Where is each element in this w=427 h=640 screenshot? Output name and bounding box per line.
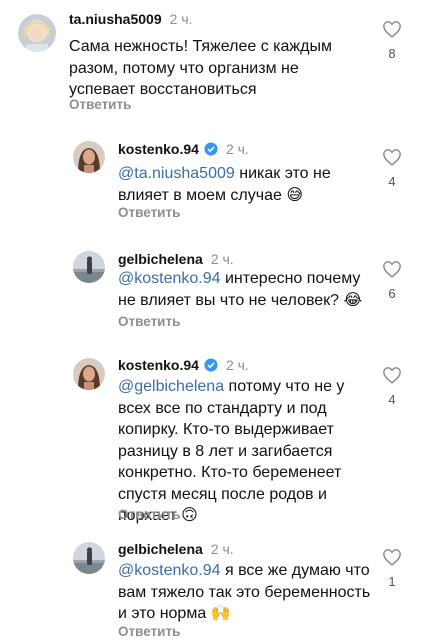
comment-text: @kostenko.94 я все же думаю что вам тяже…: [118, 560, 373, 625]
comment-body: Сама нежность! Тяжелее с каждым разом, п…: [69, 38, 332, 98]
like-button[interactable]: 8: [381, 20, 403, 61]
avatar[interactable]: [73, 251, 105, 283]
reply-button[interactable]: Ответить: [118, 507, 180, 522]
reply-button[interactable]: Ответить: [69, 97, 131, 112]
timestamp: 2 ч.: [225, 141, 249, 157]
comment-top-level: ta.niusha5009 2 ч. Сама нежность! Тяжелее…: [0, 0, 427, 118]
comment-header: gelbichelena 2 ч.: [118, 540, 234, 558]
username[interactable]: ta.niusha5009: [69, 11, 162, 27]
heart-icon: [383, 21, 401, 38]
avatar[interactable]: [18, 14, 56, 52]
timestamp: 2 ч.: [169, 11, 193, 27]
mention-link[interactable]: @gelbichelena: [118, 378, 224, 395]
comment-body: потому что не у всех все по стандарту и …: [118, 378, 345, 524]
comment-header: kostenko.94 2 ч.: [118, 356, 249, 374]
mention-link[interactable]: @ta.niusha5009: [118, 165, 235, 182]
timestamp: 2 ч.: [225, 357, 249, 373]
heart-icon: [383, 367, 401, 384]
comment-text: @gelbichelena потому что не у всех все п…: [118, 376, 368, 527]
avatar[interactable]: [73, 358, 105, 390]
timestamp: 2 ч.: [210, 541, 234, 557]
comment-text: Сама нежность! Тяжелее с каждым разом, п…: [69, 36, 369, 101]
username[interactable]: gelbichelena: [118, 541, 203, 557]
comment-reply: kostenko.94 2 ч. @ta.niusha5009 никак это…: [0, 118, 427, 236]
like-count: 1: [388, 574, 396, 589]
username[interactable]: kostenko.94: [118, 141, 199, 157]
avatar[interactable]: [73, 542, 105, 574]
like-button[interactable]: 1: [381, 548, 403, 589]
username[interactable]: kostenko.94: [118, 357, 199, 373]
woman-portrait-avatar-icon: [73, 358, 105, 390]
comment-text: @ta.niusha5009 никак это не влияет в мое…: [118, 163, 358, 206]
like-button[interactable]: 4: [381, 366, 403, 407]
blonde-woman-avatar-icon: [18, 14, 56, 52]
comment-header: ta.niusha5009 2 ч.: [69, 10, 192, 28]
avatar[interactable]: [73, 141, 105, 173]
heart-icon: [383, 261, 401, 278]
heart-icon: [383, 149, 401, 166]
verified-badge-icon: [204, 358, 218, 372]
comment-reply: gelbichelena 2 ч. @kostenko.94 интересно …: [0, 236, 427, 346]
verified-badge-icon: [204, 142, 218, 156]
like-count: 4: [388, 174, 396, 189]
woman-portrait-avatar-icon: [73, 141, 105, 173]
like-count: 6: [388, 286, 396, 301]
like-count: 8: [388, 46, 396, 61]
reply-button[interactable]: Ответить: [118, 205, 180, 220]
username[interactable]: gelbichelena: [118, 251, 203, 267]
seaside-person-avatar-icon: [73, 542, 105, 574]
reply-button[interactable]: Ответить: [118, 314, 180, 329]
comment-reply: gelbichelena 2 ч. @kostenko.94 я все же д…: [0, 532, 427, 640]
reply-button[interactable]: Ответить: [118, 624, 180, 639]
like-button[interactable]: 6: [381, 260, 403, 301]
timestamp: 2 ч.: [210, 251, 234, 267]
like-button[interactable]: 4: [381, 148, 403, 189]
mention-link[interactable]: @kostenko.94: [118, 270, 221, 287]
comment-reply: kostenko.94 2 ч. @gelbichelena потому что…: [0, 346, 427, 532]
heart-icon: [383, 549, 401, 566]
comment-header: gelbichelena 2 ч.: [118, 250, 234, 268]
mention-link[interactable]: @kostenko.94: [118, 562, 221, 579]
comment-text: @kostenko.94 интересно почему не влияет …: [118, 268, 368, 311]
comment-header: kostenko.94 2 ч.: [118, 140, 249, 158]
seaside-person-avatar-icon: [73, 251, 105, 283]
like-count: 4: [388, 392, 396, 407]
